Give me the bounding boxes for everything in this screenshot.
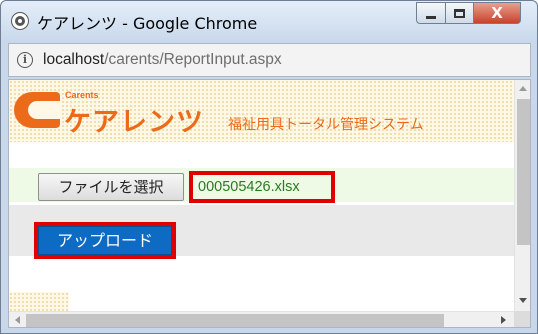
upload-button[interactable]: アップロード: [38, 226, 172, 255]
close-button[interactable]: X: [473, 2, 521, 24]
maximize-button[interactable]: [445, 2, 474, 24]
maximize-icon: [454, 8, 465, 18]
page-header: Carents ケアレンツ 福祉用具トータル管理システム: [9, 80, 514, 142]
page-viewport: Carents ケアレンツ 福祉用具トータル管理システム ファイルを選択 000…: [8, 79, 531, 328]
scroll-right-icon[interactable]: [501, 316, 506, 324]
vertical-scrollbar[interactable]: [514, 80, 530, 311]
footer-pattern: [9, 292, 69, 312]
logo-name: ケアレンツ: [64, 107, 204, 138]
choose-file-button[interactable]: ファイルを選択: [38, 173, 184, 201]
url-host: localhost: [43, 51, 105, 68]
url-text[interactable]: localhost/carents/ReportInput.aspx: [43, 51, 282, 69]
browser-window: ケアレンツ - Google Chrome X i localhost/care…: [0, 0, 538, 334]
info-icon[interactable]: i: [17, 52, 33, 68]
carents-logo-mark: [14, 92, 60, 128]
minimize-icon: [426, 15, 436, 19]
horizontal-scroll-thumb[interactable]: [26, 314, 444, 327]
scroll-up-icon[interactable]: [519, 86, 527, 91]
upload-button-highlight: アップロード: [34, 222, 176, 259]
scrollbar-corner: [514, 311, 530, 327]
scroll-left-icon[interactable]: [15, 316, 20, 324]
selected-file-highlight: 000505426.xlsx: [189, 171, 335, 203]
address-bar[interactable]: i localhost/carents/ReportInput.aspx: [8, 43, 531, 77]
selected-file-name: 000505426.xlsx: [198, 179, 300, 195]
logo-carents-text: Carents: [65, 90, 99, 100]
chrome-icon: [11, 12, 29, 30]
minimize-button[interactable]: [416, 2, 446, 24]
vertical-scroll-thumb[interactable]: [517, 99, 530, 245]
upload-row: アップロード: [9, 205, 514, 259]
window-title: ケアレンツ - Google Chrome: [37, 14, 258, 33]
title-bar[interactable]: ケアレンツ - Google Chrome X: [1, 1, 537, 41]
file-select-row: ファイルを選択 000505426.xlsx: [9, 168, 514, 203]
scroll-down-icon[interactable]: [519, 298, 527, 303]
close-icon: X: [491, 3, 503, 22]
logo-tagline: 福祉用具トータル管理システム: [228, 117, 424, 133]
url-path: /carents/ReportInput.aspx: [104, 51, 282, 68]
horizontal-scrollbar[interactable]: [9, 311, 514, 327]
